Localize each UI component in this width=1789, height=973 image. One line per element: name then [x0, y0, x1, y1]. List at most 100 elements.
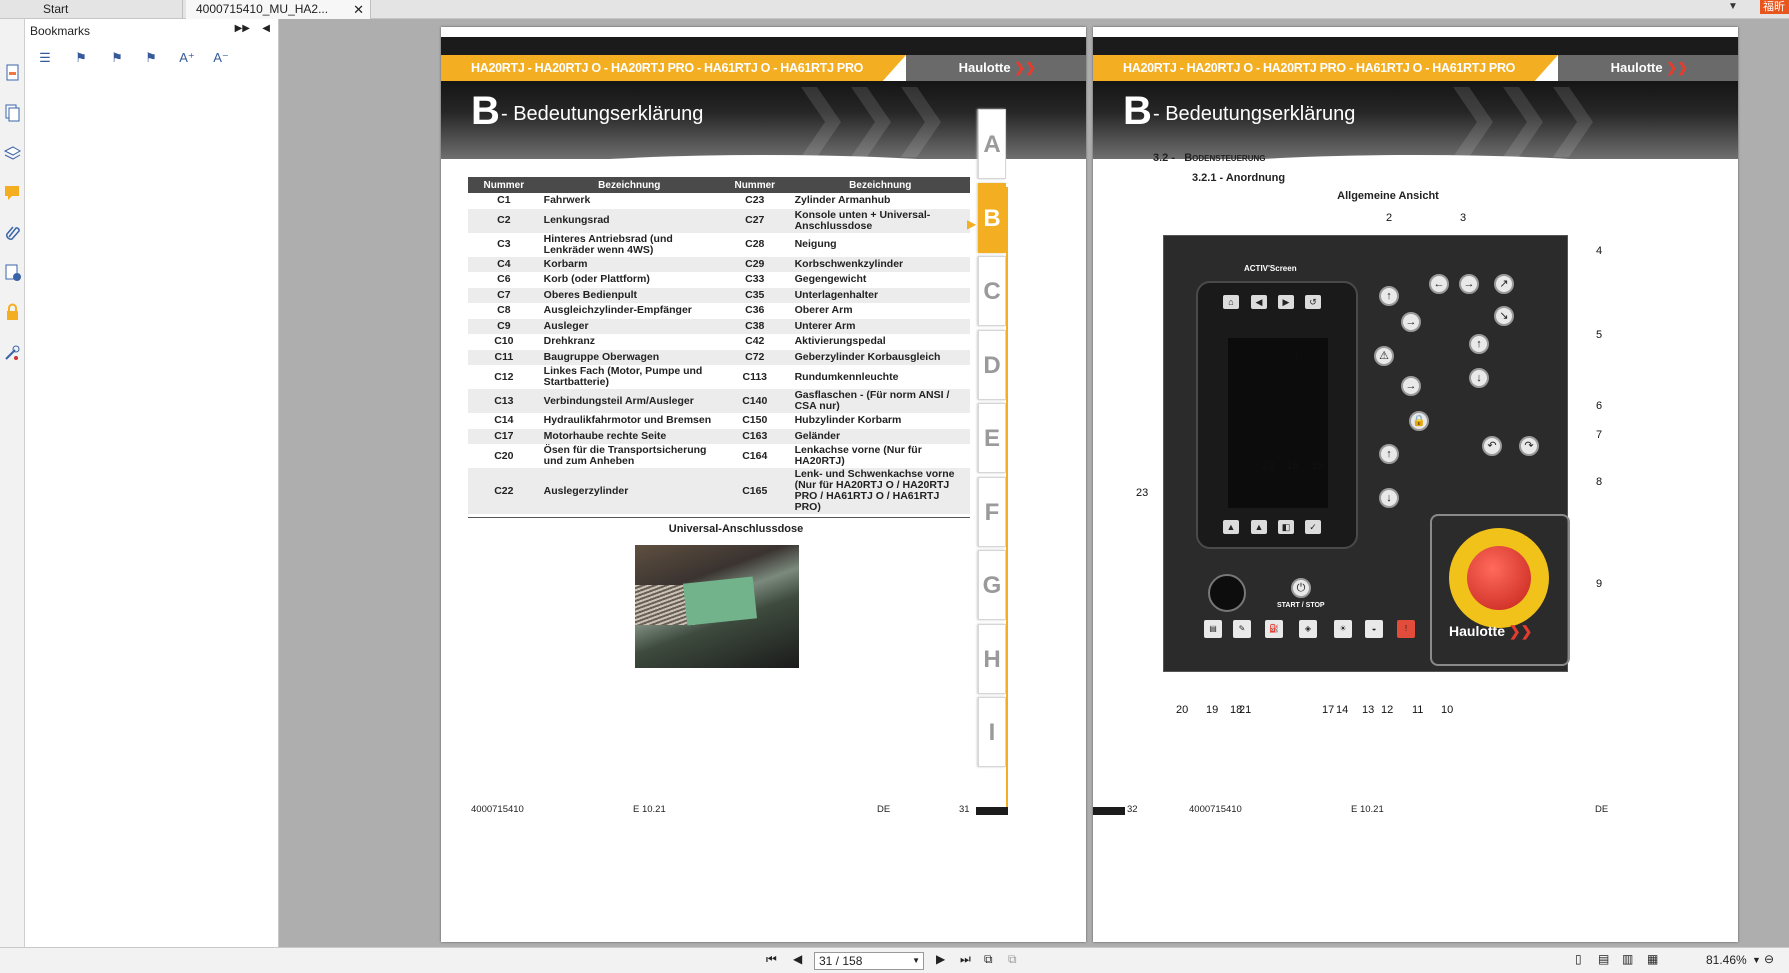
table-row: C2 Lenkungsrad C27 Konsole unten + Universa…: [468, 208, 970, 233]
cell-number: C140: [718, 389, 791, 413]
zoom-out-icon[interactable]: ⊖: [1764, 952, 1774, 966]
page-dropdown-icon[interactable]: ▼: [912, 953, 920, 969]
letter-tab-f[interactable]: F: [978, 476, 1006, 547]
add-bookmark-icon[interactable]: ⚑: [71, 48, 91, 68]
bookmark-toolbar: ☰ ⚑ ⚑ ⚑ A⁺ A⁻: [33, 48, 273, 68]
brand-name: Haulotte: [958, 60, 1011, 75]
tab-document[interactable]: 4000715410_MU_HA2... ✕: [186, 0, 371, 19]
decrease-font-icon[interactable]: A⁻: [211, 48, 231, 68]
tab-list-icon[interactable]: ▼: [1728, 0, 1738, 14]
attachment-icon[interactable]: [3, 223, 22, 242]
footer-edition: E 10.21: [1351, 804, 1384, 815]
display-screen: [1228, 338, 1328, 508]
cell-number: C20: [494, 449, 514, 462]
cell-description: Fahrwerk: [543, 194, 591, 207]
up-icon: ▲: [1223, 520, 1239, 534]
right-arrow-icon: →: [1401, 376, 1421, 396]
cell-description: Korb (oder Plattform): [543, 273, 650, 286]
comments-icon[interactable]: [3, 183, 22, 202]
cell-description: Ösen für die Transportsicherung und zum …: [543, 444, 707, 467]
letter-tab-c[interactable]: C: [978, 256, 1006, 326]
cell-description: Lenk- und Schwenkachse vorne (Nur für HA…: [790, 468, 970, 514]
zoom-level[interactable]: 81.46%: [1706, 953, 1747, 967]
tools-icon[interactable]: [3, 343, 22, 362]
new-bookmark-icon[interactable]: ⚑: [107, 48, 127, 68]
callout-label: 4: [1596, 245, 1603, 257]
callout-label: 12: [1381, 704, 1394, 716]
left-toolbar: [0, 19, 25, 947]
cell-number: C113: [742, 370, 768, 383]
page-thumbnail-icon[interactable]: [3, 63, 22, 82]
tab-start[interactable]: Start: [33, 0, 183, 19]
table-row: C12 Linkes Fach (Motor, Pumpe und Startba…: [468, 365, 970, 389]
callout-label: 22: [1262, 460, 1275, 472]
zoom-dropdown-icon[interactable]: ▼: [1752, 955, 1761, 965]
table-row: C8 Ausgleichzylinder-Empfänger C36 Oberer A…: [468, 303, 970, 319]
next-view-icon[interactable]: ⧉: [1008, 952, 1017, 967]
close-panel-icon[interactable]: ◀: [262, 23, 270, 34]
signature-icon[interactable]: [3, 263, 22, 282]
letter-tab-a[interactable]: A: [978, 109, 1006, 179]
letter-tab-g[interactable]: G: [978, 550, 1006, 620]
expand-bookmark-icon[interactable]: ⚑: [141, 48, 161, 68]
brand-chevron-icon: ❯❯: [1508, 623, 1533, 639]
table-row: C10 Drehkranz C42 Aktivierungspedal: [468, 334, 970, 350]
table-row: C4 Korbarm C29 Korbschwenkzylinder: [468, 256, 970, 272]
previous-page-icon[interactable]: ◀: [793, 952, 802, 966]
panel-brand-name: Haulotte: [1449, 623, 1505, 639]
confirm-icon: ✓: [1305, 520, 1321, 534]
section-letter: B: [1123, 89, 1152, 133]
letter-tab-e[interactable]: E: [978, 403, 1006, 473]
cell-number: C163: [718, 428, 791, 444]
callout-label: 15: [1311, 460, 1324, 472]
lock-icon[interactable]: [3, 303, 22, 322]
letter-tab-i[interactable]: I: [978, 697, 1006, 767]
callout-label: 17: [1322, 704, 1335, 716]
bookmark-options-icon[interactable]: ☰: [35, 48, 55, 68]
facing-icon[interactable]: ▥: [1622, 952, 1633, 966]
letter-tab-b[interactable]: B: [978, 182, 1006, 253]
continuous-icon[interactable]: ▤: [1598, 952, 1609, 966]
oil-icon: ◈: [1299, 620, 1317, 638]
collapse-panel-icon[interactable]: ▶▶: [235, 23, 250, 34]
callout-label: 8: [1596, 476, 1603, 488]
down-arrow-icon: ↓: [1379, 488, 1399, 508]
callout-label: 16: [1286, 460, 1299, 472]
cell-description: Linkes Fach (Motor, Pumpe und Startbatte…: [543, 365, 703, 388]
letter-tab-h[interactable]: H: [978, 623, 1006, 694]
rotate-left-icon: ↶: [1482, 436, 1502, 456]
navigation-bar: ⏮ ◀ 31 / 158 ▼ ▶ ⏭ ⧉ ⧉ ▯ ▤ ▥ ▦ 81.46% ▼ ⊖: [0, 947, 1789, 973]
brand-chevron-icon: ❯❯: [1014, 60, 1036, 75]
continuous-facing-icon[interactable]: ▦: [1647, 952, 1658, 966]
page-number-input[interactable]: 31 / 158 ▼: [814, 952, 924, 970]
last-page-icon[interactable]: ⏭: [960, 952, 971, 967]
section-title: - Bedeutungserklärung: [1153, 103, 1356, 125]
increase-font-icon[interactable]: A⁺: [177, 48, 197, 68]
cell-number: C10: [494, 335, 514, 348]
brand-chevron-icon: ❯❯: [1666, 60, 1688, 75]
tab-bar: Start 4000715410_MU_HA2... ✕ ▼ 福昕: [0, 0, 1789, 19]
single-page-icon[interactable]: ▯: [1575, 952, 1582, 966]
table-row: C13 Verbindungsteil Arm/Ausleger C140 Gasfl…: [468, 389, 970, 413]
up-arrow-icon: ↑: [1379, 444, 1399, 464]
header-dark-bar: [1093, 37, 1738, 55]
pages-icon[interactable]: [3, 103, 22, 122]
close-icon[interactable]: ✕: [353, 0, 364, 19]
first-page-icon[interactable]: ⏮: [766, 952, 777, 967]
table-row: C7 Oberes Bedienpult C35 Unterlagenhalter: [468, 287, 970, 303]
next-page-icon[interactable]: ▶: [936, 952, 945, 966]
footer-doc-number: 4000715410: [1189, 804, 1242, 815]
lock-icon: 🔒: [1409, 411, 1429, 431]
figure-caption: Allgemeine Ansicht: [1337, 190, 1439, 202]
layers-icon[interactable]: [3, 143, 22, 162]
callout-label: 5: [1596, 329, 1603, 341]
table-row: C3 Hinteres Antriebsrad (und Lenkräder we…: [468, 233, 970, 257]
letter-tab-d[interactable]: D: [978, 329, 1006, 400]
cell-description: Oberes Bedienpult: [539, 287, 719, 303]
cell-description: Konsole unten + Universal-Anschlussdose: [790, 208, 970, 233]
document-viewer: HA20RTJ - HA20RTJ O - HA20RTJ PRO - HA61…: [280, 19, 1789, 947]
up-arrow-icon: ↑: [1469, 334, 1489, 354]
previous-view-icon[interactable]: ⧉: [984, 952, 993, 967]
brand-name: Haulotte: [1610, 60, 1663, 75]
callout-label: 11: [1412, 704, 1424, 716]
